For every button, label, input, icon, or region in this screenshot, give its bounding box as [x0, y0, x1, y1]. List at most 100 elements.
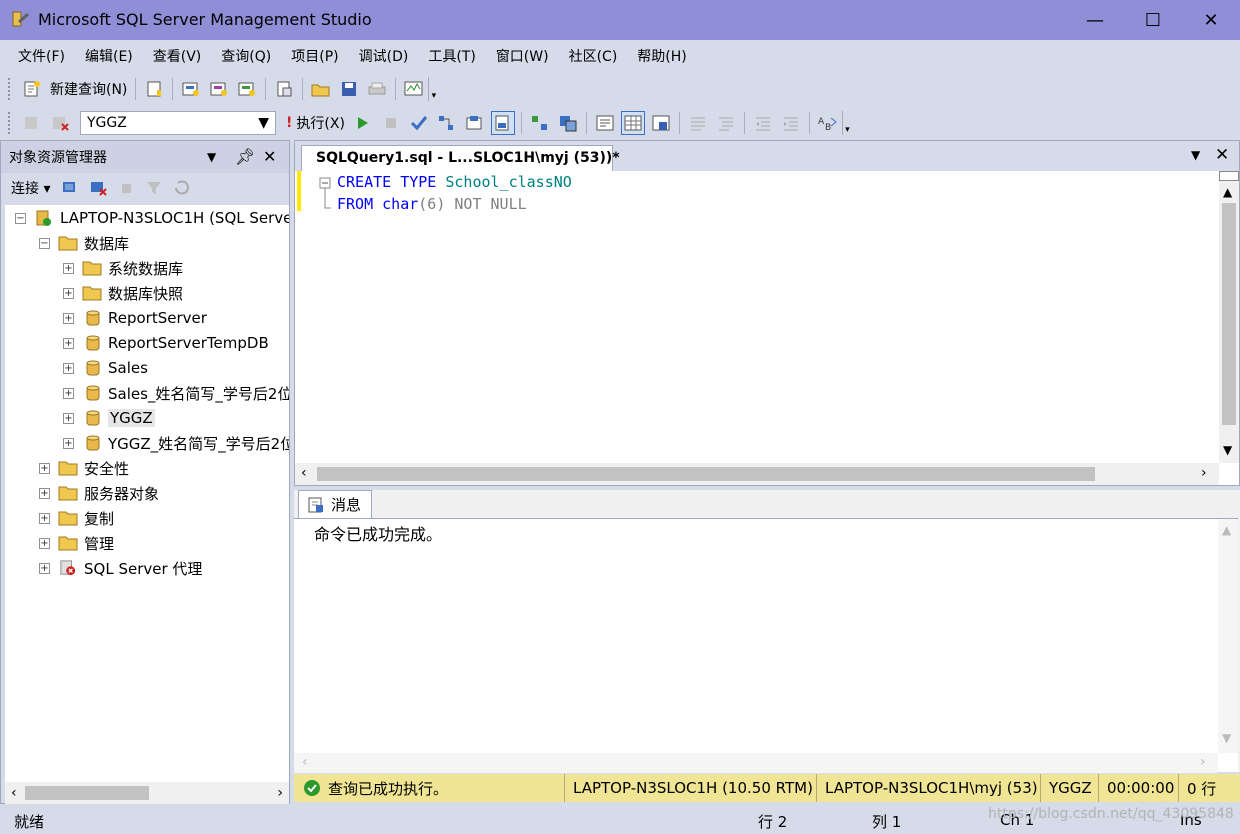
tree-node-database[interactable]: + ReportServerTempDB: [63, 331, 269, 355]
object-explorer-horizontal-scrollbar[interactable]: ‹ ›: [5, 782, 289, 804]
tree-node-database[interactable]: + ReportServer: [63, 306, 207, 330]
disconnect-icon[interactable]: [48, 111, 72, 135]
expand-icon[interactable]: +: [63, 387, 74, 399]
scroll-right-icon[interactable]: ›: [1201, 465, 1207, 481]
tree-node-system-databases[interactable]: + 系统数据库: [63, 256, 183, 280]
expand-icon[interactable]: +: [63, 362, 74, 374]
tree-node-replication[interactable]: + 复制: [39, 506, 114, 530]
scroll-left-icon[interactable]: ‹: [301, 465, 307, 481]
print-icon[interactable]: [365, 77, 389, 101]
comment-lines-icon[interactable]: [686, 111, 710, 135]
menu-window[interactable]: 窗口(W): [486, 46, 559, 66]
debug-play-icon[interactable]: [351, 111, 375, 135]
scroll-right-icon[interactable]: ›: [1200, 754, 1206, 770]
menu-help[interactable]: 帮助(H): [627, 46, 696, 66]
scroll-down-icon[interactable]: ▼: [1222, 731, 1231, 745]
menu-project[interactable]: 项目(P): [281, 46, 348, 66]
client-statistics-icon[interactable]: [556, 111, 580, 135]
estimated-plan-icon[interactable]: [435, 111, 459, 135]
pin-icon[interactable]: 📌︎: [235, 147, 255, 166]
menu-view[interactable]: 查看(V): [143, 46, 212, 66]
close-tab-icon[interactable]: ✕: [1215, 145, 1229, 165]
maximize-button[interactable]: ☐: [1124, 0, 1182, 40]
menu-file[interactable]: 文件(F): [8, 46, 75, 66]
scroll-up-icon[interactable]: ▲: [1222, 523, 1231, 537]
editor-vertical-scrollbar[interactable]: ▲ ▼: [1219, 171, 1239, 463]
refresh-icon[interactable]: [170, 176, 194, 200]
expand-icon[interactable]: +: [39, 562, 50, 574]
menu-tools[interactable]: 工具(T): [418, 46, 485, 66]
scroll-down-icon[interactable]: ▼: [1223, 443, 1232, 457]
results-horizontal-scrollbar[interactable]: ‹ ›: [294, 753, 1218, 773]
results-to-text-icon[interactable]: [593, 111, 617, 135]
connect-icon[interactable]: [20, 111, 44, 135]
tree-node-server-objects[interactable]: + 服务器对象: [39, 481, 159, 505]
collapse-icon[interactable]: −: [39, 237, 50, 249]
disconnect-object-explorer-icon[interactable]: [86, 176, 110, 200]
toolbar-grip[interactable]: [8, 78, 14, 100]
expand-icon[interactable]: +: [39, 462, 50, 474]
open-folder-icon[interactable]: [309, 77, 333, 101]
tab-sqlquery1[interactable]: SQLQuery1.sql - L...SLOC1H\myj (53))*: [301, 145, 620, 171]
filter-icon[interactable]: [142, 176, 166, 200]
toolbar-overflow-button[interactable]: ▾: [428, 77, 438, 101]
scroll-right-icon[interactable]: ›: [277, 785, 283, 801]
tree-node-databases[interactable]: − 数据库: [39, 231, 129, 255]
decrease-indent-icon[interactable]: [751, 111, 775, 135]
increase-indent-icon[interactable]: [779, 111, 803, 135]
close-panel-icon[interactable]: ✕: [263, 147, 276, 166]
tree-node-database[interactable]: + Sales: [63, 356, 148, 380]
sql-code-area[interactable]: CREATE TYPE School_classNO FROM char(6) …: [319, 171, 1215, 463]
available-databases-dropdown[interactable]: YGGZ ▼: [80, 111, 276, 135]
minimize-button[interactable]: —: [1066, 0, 1124, 40]
execute-button[interactable]: 执行(X): [296, 113, 345, 133]
connect-dropdown-button[interactable]: 连接 ▾: [11, 178, 50, 198]
collapse-icon[interactable]: −: [15, 212, 26, 224]
menu-debug[interactable]: 调试(D): [349, 46, 419, 66]
expand-icon[interactable]: +: [63, 262, 74, 274]
scroll-up-icon[interactable]: ▲: [1223, 185, 1232, 199]
specify-template-icon[interactable]: [490, 111, 515, 135]
connect-object-explorer-icon[interactable]: [58, 176, 82, 200]
specify-values-icon[interactable]: AB: [816, 111, 840, 135]
tree-node-database-snapshots[interactable]: + 数据库快照: [63, 281, 183, 305]
new-document-icon[interactable]: [272, 77, 296, 101]
editor-horizontal-scrollbar[interactable]: ‹ ›: [295, 463, 1219, 485]
close-window-button[interactable]: ✕: [1182, 0, 1240, 40]
expand-icon[interactable]: +: [63, 412, 74, 424]
tab-dropdown-icon[interactable]: ▼: [1191, 148, 1200, 162]
results-vertical-scrollbar[interactable]: ▲ ▼: [1218, 519, 1238, 753]
expand-icon[interactable]: +: [39, 537, 50, 549]
analysis-query-icon[interactable]: [179, 77, 203, 101]
scrollbar-thumb[interactable]: [25, 786, 149, 800]
xmla-query-icon[interactable]: [235, 77, 259, 101]
stop-icon[interactable]: [114, 176, 138, 200]
tree-node-sql-agent[interactable]: + SQL Server 代理: [39, 556, 202, 580]
tree-node-management[interactable]: + 管理: [39, 531, 114, 555]
results-to-grid-icon[interactable]: [620, 111, 645, 135]
menu-query[interactable]: 查询(Q): [211, 46, 281, 66]
dmx-query-icon[interactable]: [207, 77, 231, 101]
tab-messages[interactable]: 消息: [298, 490, 372, 518]
expand-icon[interactable]: +: [39, 487, 50, 499]
scrollbar-thumb[interactable]: [317, 467, 1095, 481]
panel-dropdown-icon[interactable]: ▼: [207, 150, 216, 164]
expand-icon[interactable]: +: [63, 437, 74, 449]
expand-icon[interactable]: +: [63, 287, 74, 299]
scroll-left-icon[interactable]: ‹: [302, 754, 308, 770]
save-icon[interactable]: [337, 77, 361, 101]
results-to-file-icon[interactable]: [649, 111, 673, 135]
parse-checkmark-icon[interactable]: [407, 111, 431, 135]
menu-edit[interactable]: 编辑(E): [75, 46, 143, 66]
expand-icon[interactable]: +: [63, 312, 74, 324]
scrollbar-thumb[interactable]: [1222, 203, 1236, 425]
tree-node-server[interactable]: − LAPTOP-N3SLOC1H (SQL Serve: [15, 206, 289, 230]
menu-community[interactable]: 社区(C): [559, 46, 628, 66]
query-designer-icon[interactable]: [463, 111, 487, 135]
tree-node-database[interactable]: + YGGZ_姓名简写_学号后2位: [63, 431, 289, 455]
scroll-left-icon[interactable]: ‹: [11, 785, 17, 801]
toolbar-overflow-button[interactable]: ▾: [841, 111, 852, 135]
uncomment-lines-icon[interactable]: [714, 111, 738, 135]
tree-node-database-selected[interactable]: + YGGZ: [63, 406, 155, 430]
tree-node-database[interactable]: + Sales_姓名简写_学号后2位: [63, 381, 289, 405]
